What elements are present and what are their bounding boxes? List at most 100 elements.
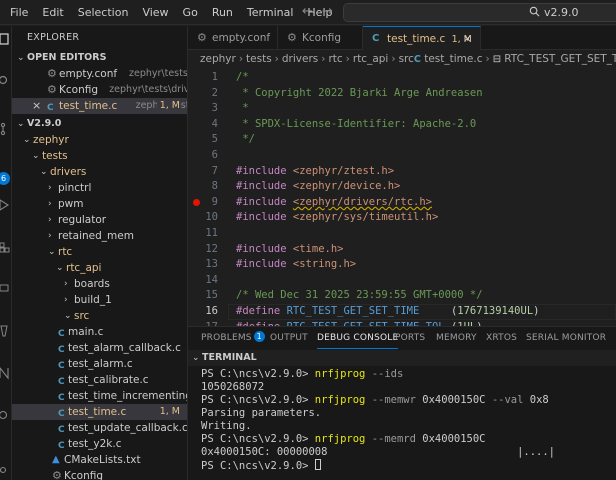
tab-test-time-c[interactable]: C test_time.c 1, M × [363, 26, 481, 50]
gear-icon: ⚙ [287, 31, 297, 44]
code-line[interactable]: 5 */ [188, 132, 616, 148]
source-control-icon[interactable] [0, 122, 10, 136]
code-line[interactable]: 2 * Copyright 2022 Bjarki Arge Andreasen [188, 86, 616, 102]
menu-terminal[interactable]: Terminal [240, 6, 301, 19]
explorer-icon[interactable] [0, 32, 10, 46]
nordic-icon[interactable] [0, 366, 10, 380]
code-line[interactable]: 14 [188, 273, 616, 289]
tree-file[interactable]: Cmain.c [12, 324, 187, 340]
tree-folder[interactable]: ⌄ rtc_api [12, 260, 187, 276]
tree-folder[interactable]: › retained_mem [12, 228, 187, 244]
tree-file[interactable]: ▲ CMakeLists.txt [12, 452, 187, 468]
breakpoint-icon[interactable] [193, 198, 200, 206]
breadcrumb-item[interactable]: tests [246, 53, 272, 65]
c-file-icon: C [47, 103, 54, 113]
tree-file[interactable]: Ctest_update_callback.c [12, 420, 187, 436]
tree-folder[interactable]: › pwm [12, 196, 187, 212]
terminal[interactable]: PS C:\ncs\v2.9.0> nrfjprog --ids 10502680… [188, 367, 616, 480]
code-line[interactable]: 9 #include <zephyr/drivers/rtc.h> [188, 195, 616, 211]
tree-file[interactable]: Ctest_alarm_callback.c [12, 340, 187, 356]
tree-label: Kconfig [64, 470, 104, 480]
panel-tab-memory[interactable]: MEMORY [436, 327, 477, 349]
code-line[interactable]: 12 #include <time.h> [188, 242, 616, 258]
menu-selection[interactable]: Selection [71, 6, 136, 19]
tree-folder[interactable]: › regulator [12, 212, 187, 228]
tree-folder[interactable]: ⌄ tests [12, 148, 187, 164]
code-editor[interactable]: 1 /* 2 * Copyright 2022 Bjarki Arge Andrea… [188, 68, 616, 326]
menu-file[interactable]: File [0, 6, 35, 19]
code-line[interactable]: 8 #include <zephyr/device.h> [188, 179, 616, 195]
tree-folder[interactable]: › boards [12, 276, 187, 292]
forward-arrow-icon[interactable]: → [322, 4, 333, 19]
panel-tab-output[interactable]: OUTPUT [270, 327, 308, 349]
tree-folder[interactable]: ⌄ zephyr [12, 132, 187, 148]
tree-label: rtc_api [66, 262, 102, 274]
tree-label: pwm [58, 198, 84, 210]
menu-view[interactable]: View [135, 6, 175, 19]
breadcrumb-item[interactable]: RTC_TEST_GET_SET_TIME [504, 53, 616, 65]
menu-go[interactable]: Go [176, 6, 205, 19]
code-line[interactable]: 13 #include <string.h> [188, 257, 616, 273]
code-line[interactable]: 15 /* Wed Dec 31 2025 23:59:55 GMT+0000 *… [188, 288, 616, 304]
tree-folder[interactable]: ⌄ drivers [12, 164, 187, 180]
terminal-line: PS C:\ncs\v2.9.0> nrfjprog --ids [201, 368, 403, 381]
command-center[interactable]: v2.9.0 [343, 3, 616, 22]
extension-panel-icon[interactable] [0, 408, 10, 422]
line-number: 5 [211, 133, 218, 146]
tree-file[interactable]: Ctest_time_incrementing.c [12, 388, 187, 404]
open-editor-name: Kconfig [59, 84, 99, 96]
menu-edit[interactable]: Edit [35, 6, 70, 19]
terminal-header[interactable]: ⌄ TERMINAL [188, 350, 616, 366]
panel-tab-xrtos[interactable]: XRTOS [486, 327, 517, 349]
panel-tab-problems[interactable]: PROBLEMS 1 [201, 327, 265, 349]
breadcrumb-item[interactable]: zephyr [200, 53, 236, 65]
code-line[interactable]: 11 [188, 226, 616, 242]
code-line[interactable]: 3 * [188, 101, 616, 117]
breadcrumb-item[interactable]: rtc_api [353, 53, 388, 65]
tree-file[interactable]: Ctest_time.c 1, M [12, 404, 187, 420]
run-debug-icon[interactable] [0, 198, 10, 212]
breadcrumb-item[interactable]: rtc [328, 53, 342, 65]
code-text: #include <zephyr/ztest.h> [236, 164, 394, 180]
open-editors-header[interactable]: ⌄ OPEN EDITORS [12, 50, 187, 66]
code-line[interactable]: 4 * SPDX-License-Identifier: Apache-2.0 [188, 117, 616, 133]
terminal-argument: --memwr [365, 394, 423, 406]
code-line[interactable]: 6 [188, 148, 616, 164]
extensions-icon[interactable] [0, 240, 10, 254]
breadcrumb-item[interactable]: drivers [282, 53, 318, 65]
close-icon[interactable]: × [32, 98, 41, 114]
tab-empty-conf[interactable]: ⚙ empty.conf [188, 26, 278, 50]
tree-file[interactable]: Ctest_calibrate.c [12, 372, 187, 388]
code-line[interactable]: 1 /* [188, 70, 616, 86]
code-line[interactable]: 7 #include <zephyr/ztest.h> [188, 164, 616, 180]
tree-folder[interactable]: › build_1 [12, 292, 187, 308]
open-editor-item[interactable]: ×Ctest_time.czephyr\tests\drivers\rt...1… [12, 98, 187, 114]
tree-folder[interactable]: › pinctrl [12, 180, 187, 196]
code-line[interactable]: 16 #define RTC_TEST_GET_SET_TIME (1767139… [188, 304, 616, 320]
panel-tab-debug-console[interactable]: DEBUG CONSOLE [317, 327, 399, 349]
tree-folder[interactable]: ⌄ rtc [12, 244, 187, 260]
breadcrumb-item[interactable]: test_time.c [424, 53, 482, 65]
breadcrumb-item[interactable]: src [399, 53, 414, 65]
gear-icon: ⚙ [47, 83, 57, 96]
remote-explorer-icon[interactable] [0, 282, 10, 296]
search-sidebar-icon[interactable] [0, 74, 10, 88]
open-editor-item[interactable]: ⚙Kconfig zephyr\tests\drivers\rt... [12, 82, 187, 98]
tab-kconfig[interactable]: ⚙ Kconfig [278, 26, 363, 50]
tree-file[interactable]: Ctest_alarm.c [12, 356, 187, 372]
tree-folder[interactable]: ⌄ src [12, 308, 187, 324]
close-icon[interactable]: × [463, 27, 472, 50]
back-arrow-icon[interactable]: ← [302, 4, 313, 19]
account-icon[interactable] [0, 466, 10, 480]
panel-tab-serial-monitor[interactable]: SERIAL MONITOR [526, 327, 606, 349]
testing-icon[interactable] [0, 324, 10, 338]
panel-tab-ports[interactable]: PORTS [395, 327, 425, 349]
tree-file[interactable]: ⚙ Kconfig [12, 468, 187, 480]
code-line[interactable]: 10 #include <zephyr/sys/timeutil.h> [188, 210, 616, 226]
workspace-header[interactable]: ⌄ V2.9.0 [12, 116, 187, 132]
line-number: 4 [211, 117, 218, 130]
tree-file[interactable]: Ctest_y2k.c [12, 436, 187, 452]
menu-run[interactable]: Run [205, 6, 240, 19]
open-editor-item[interactable]: ⚙empty.conf zephyr\tests\drivers... [12, 66, 187, 82]
terminal-cursor [314, 459, 321, 470]
